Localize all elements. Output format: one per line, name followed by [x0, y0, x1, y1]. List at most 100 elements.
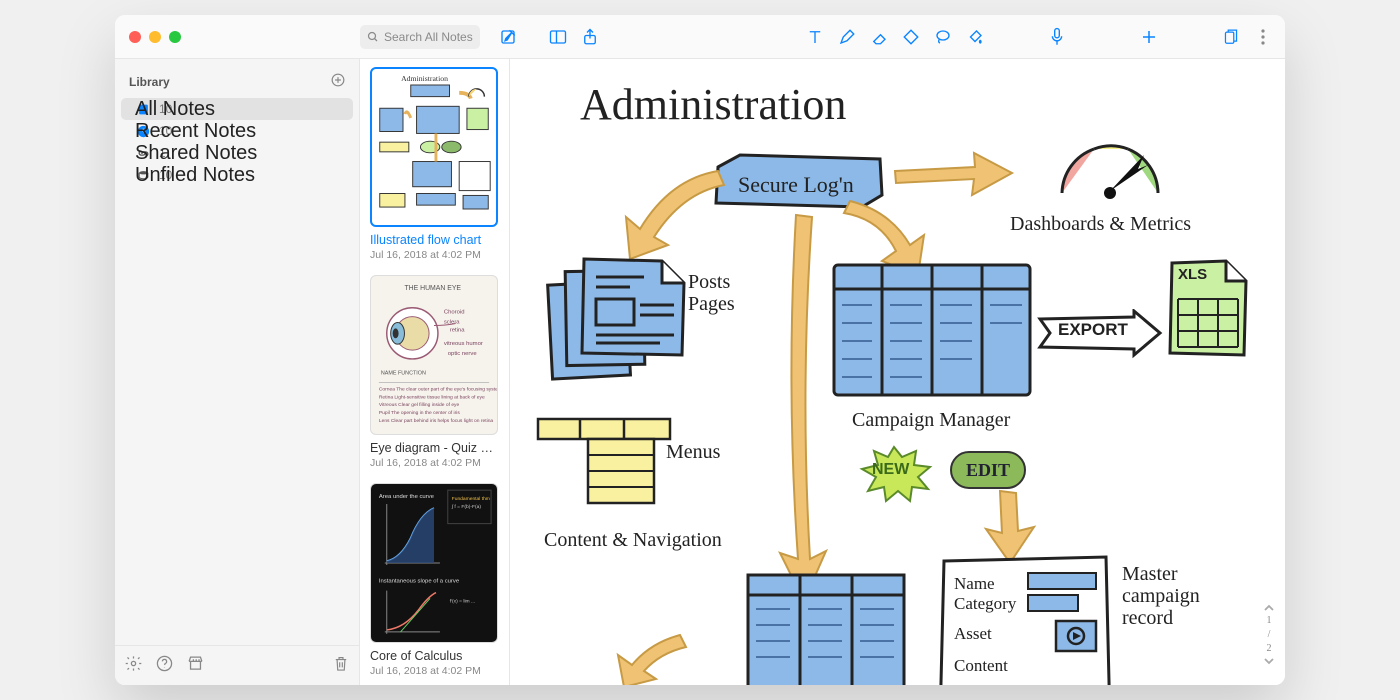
- close-window-button[interactable]: [129, 31, 141, 43]
- help-button[interactable]: [156, 655, 173, 677]
- new-label: NEW: [872, 461, 909, 479]
- menus-icon: [530, 413, 680, 523]
- svg-text:Cornea The clear outer part o: Cornea The clear outer part of the eye's…: [379, 386, 497, 392]
- minimize-window-button[interactable]: [149, 31, 161, 43]
- sidebar: Library All Notes 10 Recent Notes 10 Sha…: [115, 59, 360, 685]
- eraser-tool-button[interactable]: [865, 23, 893, 51]
- form-asset-label: Asset: [954, 625, 992, 644]
- sidebar-item-unfiled-notes[interactable]: Unfiled Notes 10: [121, 164, 353, 186]
- note-card[interactable]: Area under the curve Fundamental thm ∫ f…: [370, 483, 499, 677]
- search-icon: [367, 31, 379, 43]
- chevron-down-icon[interactable]: [1263, 657, 1275, 665]
- page-total: 2: [1267, 643, 1272, 654]
- content-nav-label: Content & Navigation: [544, 529, 722, 551]
- plus-circle-icon: [331, 73, 345, 87]
- pen-icon: [838, 28, 856, 46]
- sidebar-item-label: Shared Notes: [135, 142, 257, 164]
- campaign-grid-icon: [828, 259, 1038, 409]
- page-sep: /: [1268, 629, 1271, 640]
- note-canvas[interactable]: Administration Secure Log'n Dashboards &…: [510, 59, 1285, 685]
- add-button[interactable]: [1135, 23, 1163, 51]
- secure-login-label: Secure Log'n: [738, 173, 854, 197]
- svg-text:Administration: Administration: [401, 74, 448, 83]
- master-label-1: Master: [1122, 563, 1178, 585]
- xls-label: XLS: [1178, 267, 1207, 284]
- search-input[interactable]: Search All Notes: [360, 25, 480, 49]
- svg-text:Lens Clear part behind iris h: Lens Clear part behind iris helps focus …: [379, 418, 494, 424]
- menus-label: Menus: [666, 441, 720, 463]
- plus-icon: [1140, 28, 1158, 46]
- gear-icon: [125, 655, 142, 672]
- arrow-long-down-icon: [768, 209, 838, 609]
- svg-text:Retina Light-sensitive tissue: Retina Light-sensitive tissue lining at …: [379, 394, 485, 400]
- note-thumbnail: THE HUMAN EYE Choroid sclera retina vitr…: [370, 275, 498, 435]
- help-icon: [156, 655, 173, 672]
- trash-icon: [333, 655, 349, 672]
- share-button[interactable]: [576, 23, 604, 51]
- note-thumbnail: Administration: [370, 67, 498, 227]
- svg-text:vitreous humor: vitreous humor: [444, 341, 483, 347]
- sidebar-item-shared-notes[interactable]: Shared Notes 1: [121, 142, 353, 164]
- sidebar-item-label: Recent Notes: [135, 120, 256, 142]
- svg-text:sclera: sclera: [444, 320, 460, 326]
- form-name-label: Name: [954, 575, 995, 594]
- trash-button[interactable]: [333, 655, 349, 677]
- compose-icon: [499, 28, 517, 46]
- page-navigator[interactable]: 1 / 2: [1261, 604, 1277, 665]
- note-card[interactable]: Administration: [370, 67, 499, 261]
- edit-pill: EDIT: [950, 451, 1026, 489]
- note-title: Eye diagram - Quiz on M...: [370, 441, 499, 455]
- eraser-icon: [870, 28, 888, 46]
- note-title: Core of Calculus: [370, 649, 499, 663]
- microphone-button[interactable]: [1043, 23, 1071, 51]
- more-vertical-icon: [1261, 29, 1265, 45]
- note-date: Jul 16, 2018 at 4:02 PM: [370, 457, 499, 469]
- sidebar-footer: [115, 645, 359, 685]
- microphone-icon: [1049, 27, 1065, 47]
- form-content-label: Content: [954, 657, 1008, 676]
- svg-text:optic nerve: optic nerve: [448, 351, 478, 357]
- note-card[interactable]: THE HUMAN EYE Choroid sclera retina vitr…: [370, 275, 499, 469]
- sidebar-item-all-notes[interactable]: All Notes 10: [121, 98, 353, 120]
- compose-button[interactable]: [494, 23, 522, 51]
- dashboards-label: Dashboards & Metrics: [1010, 213, 1191, 235]
- note-list[interactable]: Administration: [360, 59, 510, 685]
- pen-tool-button[interactable]: [833, 23, 861, 51]
- svg-text:Pupil The opening in the cent: Pupil The opening in the center of iris: [379, 410, 460, 416]
- svg-text:Fundamental thm: Fundamental thm: [452, 496, 490, 502]
- copy-button[interactable]: [1217, 23, 1245, 51]
- text-tool-button[interactable]: [801, 23, 829, 51]
- export-label: EXPORT: [1058, 321, 1128, 340]
- chevron-up-icon[interactable]: [1263, 604, 1275, 612]
- titlebar: Search All Notes: [115, 15, 1285, 59]
- bucket-icon: [966, 28, 984, 46]
- note-thumbnail: Area under the curve Fundamental thm ∫ f…: [370, 483, 498, 643]
- drawing-tools: [799, 23, 991, 51]
- sidebar-toggle-button[interactable]: [544, 23, 572, 51]
- note-date: Jul 16, 2018 at 4:02 PM: [370, 665, 499, 677]
- svg-text:f'(x) = lim ...: f'(x) = lim ...: [450, 598, 475, 604]
- campaign-manager-label: Campaign Manager: [852, 409, 1010, 431]
- more-button[interactable]: [1249, 23, 1277, 51]
- tag-tool-button[interactable]: [897, 23, 925, 51]
- posts-label: Posts: [688, 271, 730, 293]
- sidebar-item-label: All Notes: [135, 98, 215, 120]
- svg-text:∫ f = F(b)-F(a): ∫ f = F(b)-F(a): [451, 504, 482, 510]
- lasso-tool-button[interactable]: [929, 23, 957, 51]
- svg-text:Choroid: Choroid: [444, 310, 465, 316]
- share-icon: [582, 28, 598, 46]
- lasso-icon: [934, 28, 952, 46]
- fill-tool-button[interactable]: [961, 23, 989, 51]
- edit-label: EDIT: [966, 460, 1010, 481]
- sidebar-item-recent-notes[interactable]: Recent Notes 10: [121, 120, 353, 142]
- sidebar-icon: [549, 29, 567, 45]
- zoom-window-button[interactable]: [169, 31, 181, 43]
- add-library-button[interactable]: [331, 73, 345, 90]
- store-button[interactable]: [187, 655, 204, 677]
- svg-text:Vitreous Clear gel filling in: Vitreous Clear gel filling inside of eye: [379, 402, 460, 408]
- sidebar-item-label: Unfiled Notes: [135, 164, 255, 186]
- gauge-icon: [1050, 135, 1170, 205]
- store-icon: [187, 655, 204, 672]
- settings-button[interactable]: [125, 655, 142, 677]
- arrow-bottom-left-icon: [610, 629, 690, 685]
